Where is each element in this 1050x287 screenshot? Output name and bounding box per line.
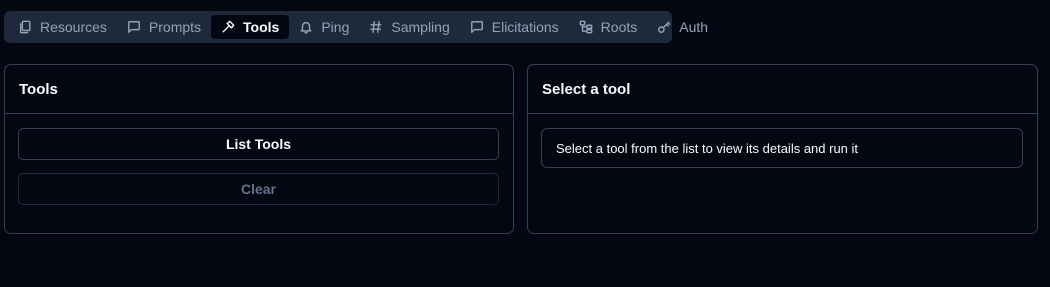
tool-detail-panel: Select a tool Select a tool from the lis… [527,64,1038,234]
clear-button[interactable]: Clear [18,173,499,205]
tab-elicitations[interactable]: Elicitations [460,15,569,39]
files-icon [18,20,32,34]
folder-tree-icon [579,20,593,34]
inspector-page: Resources Prompts Tools Ping Sampling El… [0,0,1050,287]
tab-resources[interactable]: Resources [8,15,117,39]
message-square-icon [470,20,484,34]
tab-roots[interactable]: Roots [569,15,648,39]
message-square-icon [127,20,141,34]
tab-label: Prompts [148,19,202,35]
tab-label: Resources [40,19,107,35]
select-tool-message: Select a tool from the list to view its … [541,128,1023,168]
tab-ping[interactable]: Ping [289,15,359,39]
tools-panel-title: Tools [5,65,513,114]
tab-label: Sampling [391,19,450,35]
tab-label: Elicitations [491,19,559,35]
tool-detail-title: Select a tool [528,65,1037,114]
hammer-icon [221,20,235,34]
key-icon [657,20,671,34]
hash-icon [369,20,383,34]
tab-tools[interactable]: Tools [211,15,290,39]
tools-panel: Tools List Tools Clear [4,64,514,234]
tab-sampling[interactable]: Sampling [359,15,459,39]
tab-label: Roots [600,19,638,35]
tab-auth[interactable]: Auth [647,15,718,39]
tab-label: Tools [243,19,280,35]
tab-bar: Resources Prompts Tools Ping Sampling El… [4,11,708,43]
tab-label: Auth [679,19,709,35]
bell-icon [299,20,313,34]
list-tools-button[interactable]: List Tools [18,128,499,160]
tab-prompts[interactable]: Prompts [117,15,211,39]
tab-label: Ping [321,19,350,35]
